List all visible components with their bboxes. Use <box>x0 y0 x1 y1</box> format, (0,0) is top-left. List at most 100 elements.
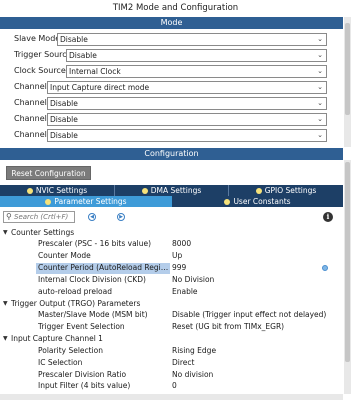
chevron-down-icon[interactable]: ⌄ <box>316 82 324 93</box>
tab-gpio-settings[interactable]: GPIO Settings <box>229 185 343 196</box>
slave-mode-select[interactable]: Disable ⌄ <box>57 33 327 46</box>
trigger-source-row: Trigger Source Disable ⌄ <box>0 47 343 63</box>
search-icon: ⚲ <box>6 212 12 221</box>
search-input[interactable] <box>14 212 72 222</box>
status-dot-icon <box>26 187 33 194</box>
chevron-down-icon[interactable]: ⌄ <box>316 114 324 125</box>
slave-mode-label: Slave Mode <box>14 34 61 43</box>
channel4-select[interactable]: Disable ⌄ <box>47 129 327 142</box>
param-row[interactable]: Master/Slave Mode (MSM bit) Disable (Tri… <box>0 310 343 321</box>
channel1-row: Channel1 Input Capture direct mode ⌄ <box>0 79 343 95</box>
tab-gpio-label: GPIO Settings <box>264 186 317 195</box>
configuration-section-header: Configuration <box>0 148 343 160</box>
clock-source-row: Clock Source Internal Clock ⌄ <box>0 63 343 79</box>
horizontal-scrollbar[interactable] <box>0 394 343 400</box>
reset-configuration-button[interactable]: Reset Configuration <box>6 166 91 180</box>
tab-dma-settings[interactable]: DMA Settings <box>115 185 229 196</box>
param-value[interactable]: Reset (UG bit from TIMx_EGR) <box>172 322 284 333</box>
chevron-down-icon[interactable]: ⌄ <box>316 66 324 77</box>
param-value[interactable]: Up <box>172 251 182 262</box>
status-dot-icon <box>255 187 262 194</box>
previous-match-icon[interactable]: ◀ <box>88 213 96 221</box>
param-name: Counter Period (AutoReload Registe... <box>38 263 170 272</box>
status-dot-icon <box>224 198 231 205</box>
group-input-capture-channel1[interactable]: ▼ Input Capture Channel 1 <box>0 334 343 345</box>
chevron-down-icon[interactable]: ⌄ <box>316 50 324 61</box>
reset-value-icon[interactable] <box>322 265 328 271</box>
info-icon[interactable]: i <box>323 212 333 222</box>
param-value[interactable]: Direct <box>172 358 194 369</box>
channel2-select[interactable]: Disable ⌄ <box>47 97 327 110</box>
status-dot-icon <box>141 187 148 194</box>
channel2-row: Channel2 Disable ⌄ <box>0 95 343 111</box>
param-row[interactable]: Trigger Event Selection Reset (UG bit fr… <box>0 322 343 333</box>
group-trigger-output[interactable]: ▼ Trigger Output (TRGO) Parameters <box>0 299 343 310</box>
param-row[interactable]: Polarity Selection Rising Edge <box>0 346 343 357</box>
param-row-selected[interactable]: Counter Period (AutoReload Registe... 99… <box>0 263 343 274</box>
param-name: IC Selection <box>38 358 83 367</box>
clock-source-value: Internal Clock <box>69 67 121 76</box>
param-row[interactable]: Counter Mode Up <box>0 251 343 262</box>
param-row[interactable]: Internal Clock Division (CKD) No Divisio… <box>0 275 343 286</box>
mode-section-header: Mode <box>0 17 343 29</box>
parameter-toolbar: ⚲ ◀ ▶ i <box>0 208 343 225</box>
next-match-icon[interactable]: ▶ <box>117 213 125 221</box>
channel4-value: Disable <box>50 131 78 140</box>
param-name: Prescaler (PSC - 16 bits value) <box>38 239 152 248</box>
channel1-value: Input Capture direct mode <box>50 83 150 92</box>
channel3-select[interactable]: Disable ⌄ <box>47 113 327 126</box>
param-value[interactable]: 999 <box>172 263 186 274</box>
param-name: Trigger Event Selection <box>38 322 125 331</box>
trigger-source-select[interactable]: Disable ⌄ <box>66 49 327 62</box>
collapse-icon[interactable]: ▼ <box>3 228 8 239</box>
mode-scrollbar-thumb[interactable] <box>345 23 350 115</box>
slave-mode-row: Slave Mode Disable ⌄ <box>0 31 343 47</box>
tab-user-constants[interactable]: User Constants <box>172 196 343 207</box>
param-name: auto-reload preload <box>38 287 112 296</box>
param-value[interactable]: 0 <box>172 381 177 392</box>
param-value[interactable]: 8000 <box>172 239 191 250</box>
group-label: Trigger Output (TRGO) Parameters <box>11 299 141 308</box>
param-name: Internal Clock Division (CKD) <box>38 275 146 284</box>
param-row[interactable]: auto-reload preload Enable <box>0 287 343 298</box>
param-row[interactable]: Prescaler Division Ratio No division <box>0 370 343 381</box>
tab-nvic-settings[interactable]: NVIC Settings <box>0 185 115 196</box>
param-name: Input Filter (4 bits value) <box>38 381 131 390</box>
group-label: Input Capture Channel 1 <box>11 334 103 343</box>
window-title: TIM2 Mode and Configuration <box>0 0 351 17</box>
tab-user-constants-label: User Constants <box>233 197 291 206</box>
mode-scrollbar[interactable] <box>344 17 351 147</box>
slave-mode-value: Disable <box>60 35 88 44</box>
chevron-down-icon[interactable]: ⌄ <box>316 130 324 141</box>
channel1-select[interactable]: Input Capture direct mode ⌄ <box>47 81 327 94</box>
search-box[interactable]: ⚲ <box>3 211 75 223</box>
channel2-value: Disable <box>50 99 78 108</box>
param-row[interactable]: Prescaler (PSC - 16 bits value) 8000 <box>0 239 343 250</box>
channel3-value: Disable <box>50 115 78 124</box>
param-value[interactable]: Rising Edge <box>172 346 216 357</box>
channel3-row: Channel3 Disable ⌄ <box>0 111 343 127</box>
config-scrollbar-thumb[interactable] <box>345 162 350 362</box>
param-value[interactable]: Enable <box>172 287 198 298</box>
tab-parameter-label: Parameter Settings <box>54 197 127 206</box>
param-value[interactable]: No division <box>172 370 213 381</box>
param-row[interactable]: IC Selection Direct <box>0 358 343 369</box>
collapse-icon[interactable]: ▼ <box>3 334 8 345</box>
group-counter-settings[interactable]: ▼ Counter Settings <box>0 228 343 239</box>
chevron-down-icon[interactable]: ⌄ <box>316 98 324 109</box>
collapse-icon[interactable]: ▼ <box>3 299 8 310</box>
clock-source-select[interactable]: Internal Clock ⌄ <box>66 65 327 78</box>
param-value[interactable]: No Division <box>172 275 214 286</box>
chevron-down-icon[interactable]: ⌄ <box>316 34 324 45</box>
tab-nvic-label: NVIC Settings <box>35 186 88 195</box>
clock-source-label: Clock Source <box>14 66 66 75</box>
tab-parameter-settings[interactable]: Parameter Settings <box>0 196 172 207</box>
config-scrollbar[interactable] <box>344 160 351 394</box>
tab-dma-label: DMA Settings <box>150 186 202 195</box>
trigger-source-value: Disable <box>69 51 97 60</box>
param-value[interactable]: Disable (Trigger input effect not delaye… <box>172 310 326 321</box>
param-row[interactable]: Input Filter (4 bits value) 0 <box>0 381 343 392</box>
param-name: Prescaler Division Ratio <box>38 370 127 379</box>
param-name: Polarity Selection <box>38 346 104 355</box>
channel4-row: Channel4 Disable ⌄ <box>0 127 343 143</box>
